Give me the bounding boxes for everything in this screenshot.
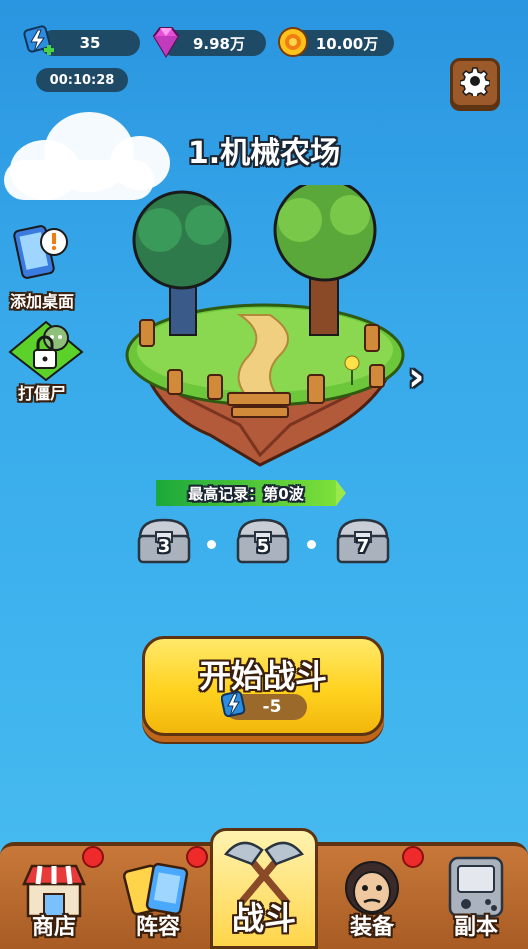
energy-icon: [22, 24, 60, 66]
lineup-label: 阵容: [135, 915, 180, 940]
battle-label: 战斗: [231, 899, 296, 937]
reward-chest-1[interactable]: 3: [134, 516, 194, 566]
nav-tab-dungeon[interactable]: 副本: [428, 852, 524, 949]
shop-notification-dot: [82, 846, 104, 868]
phone-icon: [10, 225, 74, 286]
energy-timer: 00:10:28: [36, 68, 128, 92]
start-battle-button[interactable]: 开始战斗 -5: [142, 636, 384, 736]
timer-value: 00:10:28: [49, 72, 115, 88]
level-island-illustration[interactable]: [120, 178, 410, 470]
best-record-banner: 最高记录：第0波: [156, 480, 336, 506]
energy-cost-icon: [220, 689, 247, 725]
dungeon-label: 副本: [453, 915, 498, 940]
chest-separator-dot: [307, 540, 316, 549]
nav-tab-battle[interactable]: 战斗: [216, 841, 312, 949]
start-battle-label: 开始战斗: [198, 657, 327, 695]
level-title: 1.机械农场: [187, 136, 341, 171]
record-text: 最高记录：第0波: [188, 484, 304, 503]
add-desktop-button[interactable]: 添加桌面: [6, 222, 78, 312]
add-desktop-label: 添加桌面: [9, 292, 74, 311]
zombie-mode-button[interactable]: 打僵尸: [6, 320, 84, 404]
gem-icon: [148, 24, 184, 64]
chest-wave-number: 7: [356, 536, 370, 557]
energy-cost-value: -5: [262, 697, 282, 717]
chest-wave-number: 3: [157, 536, 171, 557]
reward-chest-2[interactable]: 5: [233, 516, 293, 566]
energy-value: 35: [79, 34, 101, 52]
equipment-notification-dot: [402, 846, 424, 868]
next-level-chevron-icon[interactable]: ›: [408, 354, 424, 400]
gear-icon: [459, 66, 491, 100]
chest-wave-number: 5: [256, 536, 270, 557]
reward-chest-3[interactable]: 7: [333, 516, 393, 566]
gem-value: 9.98万: [192, 34, 245, 53]
nav-tab-equipment[interactable]: 装备: [324, 852, 420, 949]
chest-separator-dot: [207, 540, 216, 549]
record-arrow-icon: [336, 480, 346, 506]
coin-value: 10.00万: [315, 34, 379, 53]
shop-label: 商店: [31, 915, 76, 940]
settings-button[interactable]: [450, 58, 500, 108]
equipment-label: 装备: [349, 915, 394, 940]
coin-icon: [276, 25, 310, 63]
lineup-notification-dot: [186, 846, 208, 868]
